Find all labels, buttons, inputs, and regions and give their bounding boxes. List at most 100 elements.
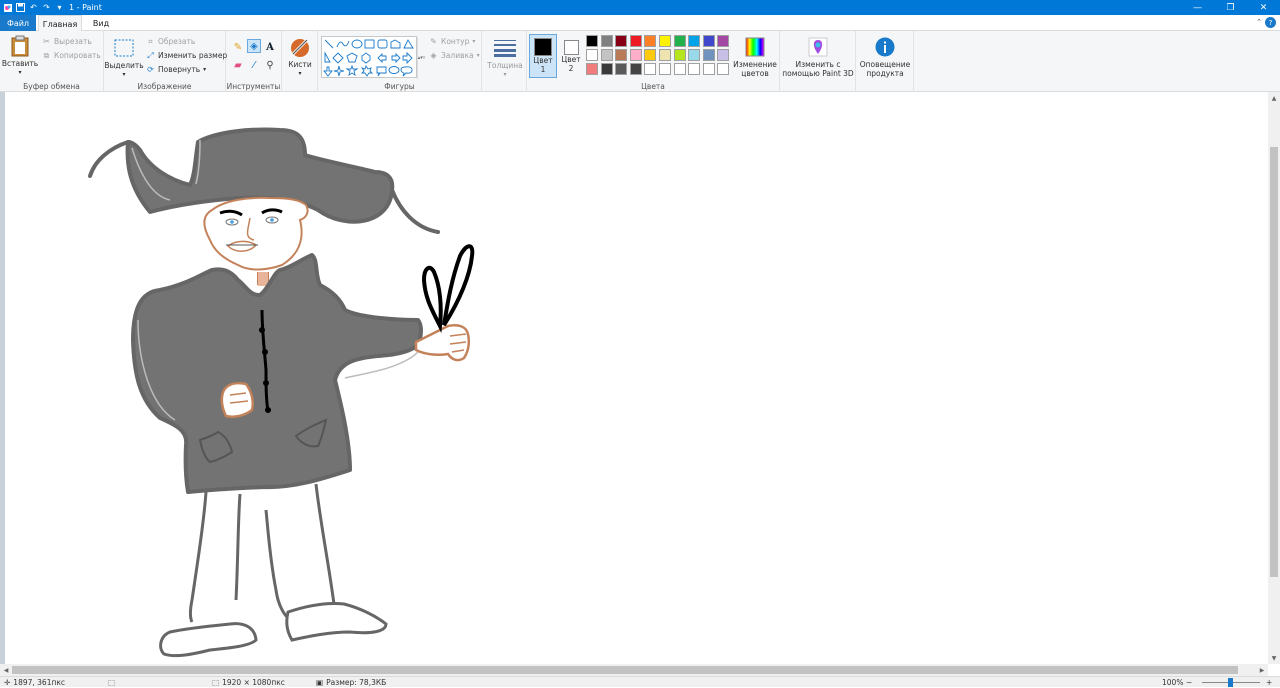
clipboard-group: Вставить ▾ ✂ Вырезать ⧉ Копировать Буфер…	[0, 31, 104, 92]
palette-swatch[interactable]	[629, 35, 642, 47]
palette-swatch[interactable]	[702, 49, 715, 61]
redo-icon[interactable]: ↷	[41, 2, 52, 13]
palette-swatch[interactable]	[688, 35, 701, 47]
tab-file[interactable]: Файл	[0, 15, 36, 31]
chevron-down-icon: ▾	[298, 70, 302, 77]
help-icon[interactable]: ?	[1265, 17, 1276, 28]
vertical-scrollbar[interactable]: ▲ ▼	[1268, 92, 1280, 664]
crop-button[interactable]: ⌗ Обрезать	[146, 37, 195, 47]
quick-access-toolbar: ↶ ↷ ▾	[0, 2, 65, 13]
zoom-level: 100%	[1162, 678, 1184, 687]
group-label: Цвета	[641, 82, 665, 91]
palette-swatch[interactable]	[673, 35, 686, 47]
palette-swatch[interactable]	[688, 63, 701, 75]
info-icon	[874, 36, 896, 58]
palette-swatch[interactable]	[629, 49, 642, 61]
palette-swatch[interactable]	[659, 35, 671, 47]
restore-button[interactable]: ❐	[1214, 0, 1247, 15]
select-rect-icon	[113, 37, 135, 59]
palette-swatch[interactable]	[629, 63, 642, 75]
zoom-out-button[interactable]: −	[1186, 677, 1192, 688]
palette-swatch[interactable]	[644, 63, 657, 75]
palette-swatch[interactable]	[717, 49, 730, 61]
palette-swatch[interactable]	[702, 35, 715, 47]
size-button[interactable]: Толщина ▾	[486, 37, 524, 79]
horizontal-scroll-thumb[interactable]	[12, 666, 1238, 674]
color2-swatch	[563, 40, 579, 55]
collapse-ribbon-icon[interactable]: ⌃	[1256, 18, 1262, 26]
palette-swatch[interactable]	[717, 35, 730, 47]
tab-view[interactable]: Вид	[84, 15, 118, 31]
rotate-icon: ⟳	[147, 65, 154, 74]
palette-swatch[interactable]	[688, 49, 701, 61]
scroll-down-icon[interactable]: ▼	[1268, 652, 1280, 664]
palette-swatch[interactable]	[659, 63, 671, 75]
palette-swatch[interactable]	[673, 63, 686, 75]
notify-group: Оповещение продукта	[856, 31, 914, 92]
text-tool-icon[interactable]: A	[263, 40, 277, 54]
group-label: Инструменты	[226, 82, 281, 91]
chevron-down-icon: ▾	[203, 66, 207, 73]
minimize-button[interactable]: —	[1181, 0, 1214, 15]
image-group: Выделить ▾ ⌗ Обрезать ⤢ Изменить размер …	[104, 31, 227, 92]
palette-swatch[interactable]	[615, 35, 628, 47]
edit-paint3d-button[interactable]: Изменить с помощью Paint 3D	[782, 36, 854, 78]
drawing-figure	[88, 127, 475, 658]
palette-swatch[interactable]	[717, 63, 730, 75]
fill-button[interactable]: ◈ Заливка ▾	[429, 51, 479, 60]
cut-button[interactable]: ✂ Вырезать	[42, 37, 92, 46]
shapes-scroll[interactable]: ▴▾▿	[417, 37, 425, 79]
paint-app-icon[interactable]	[2, 2, 13, 13]
outline-button[interactable]: ✎ Контур ▾	[429, 37, 475, 46]
title-bar: ↶ ↷ ▾ 1 - Paint — ❐ ✕	[0, 0, 1280, 15]
tab-home[interactable]: Главная	[38, 15, 82, 32]
palette-swatch[interactable]	[600, 49, 613, 61]
drawing-canvas[interactable]	[5, 92, 1268, 664]
customize-qa-icon[interactable]: ▾	[54, 2, 65, 13]
close-button[interactable]: ✕	[1247, 0, 1280, 15]
fill-bucket-icon[interactable]: ◈	[247, 39, 261, 53]
rotate-button[interactable]: ⟳ Повернуть ▾	[146, 65, 206, 74]
palette-swatch[interactable]	[586, 63, 598, 75]
fill-icon: ◈	[430, 51, 437, 60]
palette-swatch[interactable]	[673, 49, 686, 61]
vertical-scroll-thumb[interactable]	[1270, 147, 1278, 577]
select-button[interactable]: Выделить ▾	[104, 37, 144, 79]
group-label: Буфер обмена	[23, 82, 80, 91]
palette-swatch[interactable]	[600, 35, 613, 47]
scroll-right-icon[interactable]: ▶	[1256, 664, 1268, 676]
zoom-slider-thumb[interactable]	[1228, 678, 1233, 687]
color-picker-icon[interactable]: ⁄	[247, 58, 261, 72]
palette-swatch[interactable]	[586, 49, 598, 61]
save-icon[interactable]	[15, 2, 26, 13]
color2-button[interactable]: Цвет 2	[558, 34, 584, 78]
undo-icon[interactable]: ↶	[28, 2, 39, 13]
copy-button[interactable]: ⧉ Копировать	[42, 51, 101, 61]
chevron-down-icon: ▾	[472, 38, 476, 45]
pencil-icon[interactable]: ✎	[231, 40, 245, 54]
palette-swatch[interactable]	[600, 63, 613, 75]
brushes-button[interactable]: Кисти ▾	[285, 36, 315, 78]
color-palette	[586, 35, 736, 79]
color1-button[interactable]: Цвет 1	[529, 34, 557, 78]
selection-icon: ⬚	[108, 678, 116, 687]
zoom-in-button[interactable]: +	[1266, 677, 1272, 688]
edit-colors-button[interactable]: Изменение цветов	[733, 36, 777, 78]
palette-swatch[interactable]	[644, 35, 657, 47]
palette-swatch[interactable]	[615, 49, 628, 61]
palette-swatch[interactable]	[615, 63, 628, 75]
product-alert-button[interactable]: Оповещение продукта	[858, 36, 912, 78]
magnifier-icon[interactable]: ⚲	[263, 58, 277, 72]
scroll-up-icon[interactable]: ▲	[1268, 92, 1280, 104]
resize-button[interactable]: ⤢ Изменить размер	[146, 51, 227, 61]
palette-swatch[interactable]	[644, 49, 657, 61]
cursor-icon: ✛	[4, 678, 11, 687]
group-label: Фигуры	[384, 82, 415, 91]
palette-swatch[interactable]	[702, 63, 715, 75]
horizontal-scrollbar[interactable]: ◀ ▶	[0, 664, 1268, 676]
palette-swatch[interactable]	[659, 49, 671, 61]
scroll-left-icon[interactable]: ◀	[0, 664, 12, 676]
paste-button[interactable]: Вставить ▾	[2, 35, 38, 77]
eraser-icon[interactable]: ▰	[231, 58, 245, 72]
palette-swatch[interactable]	[586, 35, 598, 47]
